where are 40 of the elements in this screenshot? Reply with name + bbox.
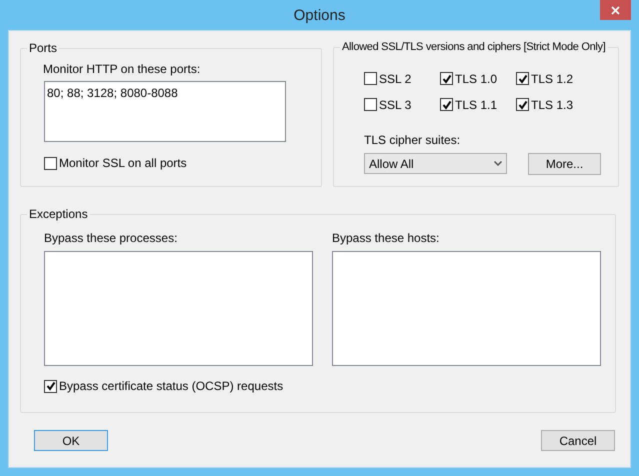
close-button[interactable] (600, 0, 631, 20)
checkmark-icon (518, 74, 528, 84)
processes-field[interactable] (44, 251, 313, 366)
version-checkbox[interactable]: TLS 1.1 (440, 96, 516, 114)
hosts-field[interactable] (332, 251, 601, 366)
checkbox[interactable] (44, 380, 57, 392)
version-checkbox[interactable]: TLS 1.3 (516, 96, 596, 114)
checkbox[interactable] (364, 98, 377, 111)
group-title: Allowed SSL/TLS versions and ciphers [Strict Mode Only] (341, 40, 607, 55)
checkbox[interactable] (516, 72, 529, 85)
checkbox[interactable] (440, 72, 453, 85)
ports-field[interactable]: 80; 88; 3128; 8080-8088 (44, 81, 286, 142)
field-label: Bypass these processes: (44, 230, 178, 247)
close-icon (611, 6, 620, 14)
group-title: Exceptions (28, 206, 89, 223)
bypass-ocsp-checkbox[interactable]: Bypass certificate status (OCSP) requests (44, 377, 605, 395)
group-title: Ports (28, 40, 58, 57)
checkmark-icon (442, 100, 452, 110)
field-label: Monitor HTTP on these ports: (43, 61, 202, 78)
version-checkbox[interactable]: TLS 1.2 (516, 70, 596, 88)
checkbox[interactable] (516, 98, 529, 111)
dropdown-value: Allow All (369, 156, 414, 172)
dialog-button[interactable]: Cancel (541, 430, 615, 451)
field-label: TLS cipher suites: (364, 132, 462, 148)
more-button[interactable]: More... (528, 152, 601, 174)
chevron-down-icon (494, 161, 502, 166)
checkbox[interactable] (44, 156, 57, 170)
checkbox[interactable] (364, 72, 377, 85)
dialog-button[interactable]: OK (34, 430, 108, 451)
field-label: Bypass these hosts: (332, 230, 440, 247)
version-checkbox[interactable]: SSL 3 (364, 96, 440, 114)
window-title: Options (294, 6, 346, 26)
checkmark-icon (518, 100, 528, 110)
version-checkbox[interactable]: TLS 1.0 (440, 70, 516, 88)
cipher-dropdown[interactable]: Allow All (364, 153, 507, 174)
version-checkbox[interactable]: SSL 2 (364, 70, 440, 88)
checkmark-icon (442, 74, 452, 84)
checkmark-icon (46, 381, 56, 391)
checkbox[interactable] (440, 98, 453, 111)
monitor-ssl-checkbox[interactable]: Monitor SSL on all ports (44, 154, 311, 172)
